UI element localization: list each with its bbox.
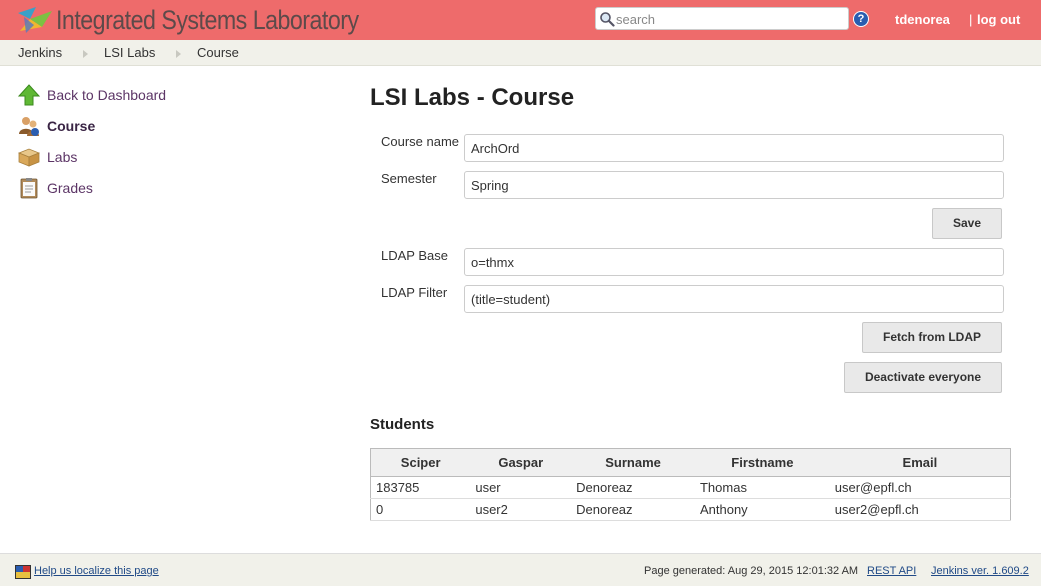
footer: Help us localize this page Page generate… [0, 553, 1041, 586]
user-link[interactable]: tdenorea [895, 12, 950, 27]
header-gaspar[interactable]: Gaspar [470, 448, 572, 477]
sidebar-item-label: Labs [47, 149, 78, 165]
students-table: Sciper Gaspar Surname Firstname Email 18… [370, 448, 1011, 521]
search-box[interactable] [595, 7, 849, 30]
ldap-filter-field[interactable] [464, 285, 1004, 313]
ldap-filter-label: LDAP Filter [381, 285, 448, 300]
cell-sciper: 183785 [370, 476, 471, 499]
localize-link[interactable]: Help us localize this page [34, 565, 159, 577]
cell-surname: Denoreaz [571, 476, 695, 499]
top-header: Integrated Systems Laboratory ? tdenorea… [0, 0, 1041, 40]
breadcrumb-separator-icon[interactable] [83, 50, 88, 58]
cell-firstname: Anthony [694, 498, 830, 521]
cell-surname: Denoreaz [571, 498, 695, 521]
page-title: LSI Labs - Course [370, 84, 575, 111]
search-icon [600, 12, 615, 27]
lsi-logo-icon [18, 7, 52, 33]
ldap-base-label: LDAP Base [381, 248, 448, 263]
help-icon[interactable]: ? [853, 11, 869, 27]
jenkins-version-link[interactable]: Jenkins ver. 1.609.2 [931, 565, 1029, 577]
sidebar-item-label: Course [47, 118, 96, 134]
logo[interactable]: Integrated Systems Laboratory [16, 3, 408, 37]
cell-sciper: 0 [370, 498, 471, 521]
semester-field[interactable] [464, 171, 1004, 199]
breadcrumb-lsi-labs[interactable]: LSI Labs [104, 45, 155, 60]
table-row: 0 user2 Denoreaz Anthony user2@epfl.ch [370, 498, 1011, 521]
lab-title: Integrated Systems Laboratory [56, 4, 359, 35]
cell-email: user2@epfl.ch [829, 498, 1011, 521]
semester-label: Semester [381, 171, 437, 186]
up-arrow-icon [18, 84, 40, 106]
breadcrumb-jenkins[interactable]: Jenkins [18, 45, 62, 60]
sidebar-item-labs[interactable]: Labs [18, 146, 77, 168]
header-sciper[interactable]: Sciper [370, 448, 471, 477]
sidebar-item-label: Back to Dashboard [47, 87, 167, 103]
sidebar-item-course[interactable]: Course [18, 115, 95, 137]
people-icon [19, 117, 39, 136]
logout-link[interactable]: log out [977, 12, 1020, 27]
cell-gaspar: user [470, 476, 572, 499]
sidebar-item-back-to-dashboard[interactable]: Back to Dashboard [18, 84, 166, 106]
header-email[interactable]: Email [829, 448, 1011, 477]
ldap-base-field[interactable] [464, 248, 1004, 276]
table-row: 183785 user Denoreaz Thomas user@epfl.ch [370, 476, 1011, 499]
clipboard-icon [20, 178, 38, 199]
course-name-label: Course name [381, 134, 460, 149]
course-name-field[interactable] [464, 134, 1004, 162]
sidebar-item-grades[interactable]: Grades [18, 177, 93, 199]
deactivate-everyone-button[interactable]: Deactivate everyone [844, 362, 1002, 393]
cell-gaspar: user2 [470, 498, 572, 521]
localize-icon [15, 565, 31, 579]
rest-api-link[interactable]: REST API [867, 565, 916, 577]
header-separator: | [969, 12, 973, 27]
table-header-row: Sciper Gaspar Surname Firstname Email [370, 448, 1011, 477]
breadcrumb-course[interactable]: Course [197, 45, 239, 60]
students-title: Students [370, 416, 435, 433]
breadcrumb: Jenkins LSI Labs Course [0, 40, 1041, 66]
breadcrumb-separator-icon[interactable] [176, 50, 181, 58]
header-surname[interactable]: Surname [571, 448, 695, 477]
cell-email: user@epfl.ch [829, 476, 1011, 499]
cell-firstname: Thomas [694, 476, 830, 499]
page-generated-text: Page generated: Aug 29, 2015 12:01:32 AM [644, 565, 859, 577]
header-firstname[interactable]: Firstname [694, 448, 830, 477]
search-input[interactable] [616, 10, 844, 28]
sidebar-item-label: Grades [47, 180, 93, 196]
box-icon [18, 148, 40, 167]
fetch-from-ldap-button[interactable]: Fetch from LDAP [862, 322, 1002, 353]
save-button[interactable]: Save [932, 208, 1002, 239]
